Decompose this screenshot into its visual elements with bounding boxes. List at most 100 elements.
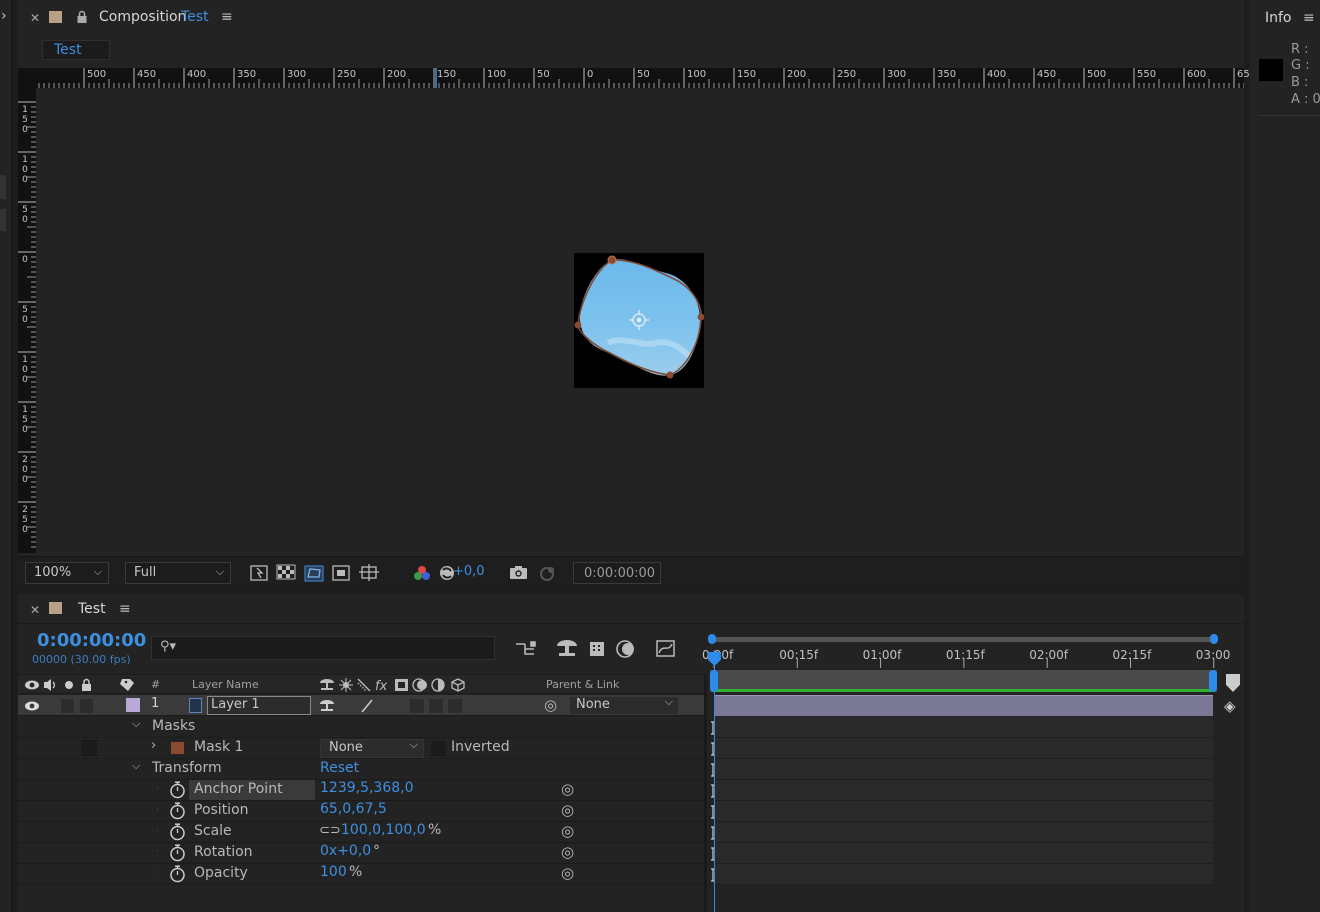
label-tag-icon[interactable]	[120, 679, 134, 691]
mask-vertex[interactable]	[607, 255, 617, 265]
switch-toggle[interactable]	[410, 699, 424, 713]
close-icon[interactable]: ✕	[30, 11, 40, 25]
panel-menu-icon[interactable]: ≡	[119, 601, 131, 617]
property-name-cell[interactable]: Anchor Point	[189, 780, 315, 800]
mask-vertex[interactable]	[574, 321, 582, 329]
mask-solo-toggle[interactable]	[81, 740, 97, 756]
work-area-range[interactable]	[712, 689, 1215, 692]
graph-editor-icon[interactable]	[656, 640, 675, 657]
fast-preview-icon[interactable]	[250, 565, 268, 581]
frame-blend-icon[interactable]	[395, 679, 408, 691]
composition-flowchart-icon[interactable]	[516, 641, 536, 655]
pickwhip-icon[interactable]: ◎	[544, 696, 557, 714]
parent-dropdown[interactable]: None ⌵	[569, 695, 679, 715]
composition-viewer[interactable]	[36, 88, 1244, 556]
stopwatch-icon[interactable]	[169, 844, 186, 862]
timeline-tab-name[interactable]: Test	[78, 601, 106, 617]
panel-divider[interactable]	[704, 674, 707, 912]
channel-rgb-icon[interactable]	[414, 566, 430, 580]
comp-tab-title[interactable]: Composition	[99, 9, 186, 25]
pickwhip-icon[interactable]: ◎	[561, 843, 574, 861]
camera-icon[interactable]	[510, 566, 527, 579]
switch-toggle[interactable]	[429, 699, 443, 713]
playhead[interactable]	[714, 650, 715, 912]
comp-frame[interactable]	[574, 253, 704, 388]
mask-color-swatch[interactable]	[171, 742, 184, 754]
solo-icon[interactable]	[65, 681, 73, 689]
resolution-dropdown[interactable]: Full ⌵	[125, 562, 231, 584]
property-value[interactable]: 0x+0,0	[320, 843, 371, 859]
left-panel-button[interactable]	[0, 175, 6, 199]
stopwatch-icon[interactable]	[169, 802, 186, 820]
work-area-bar[interactable]	[710, 670, 1217, 692]
panel-menu-icon[interactable]: ≡	[221, 9, 233, 25]
layer-duration-bar[interactable]	[715, 695, 1213, 716]
expand-chevron-icon[interactable]: ⌵	[132, 759, 140, 773]
stopwatch-icon[interactable]	[169, 865, 186, 883]
time-navigator[interactable]	[708, 634, 1218, 644]
transform-property-row[interactable]: · Scale ⊂⊃ 100,0,100,0% ◎	[18, 822, 704, 843]
collapse-transform-icon[interactable]	[339, 678, 353, 692]
stopwatch-icon[interactable]	[169, 823, 186, 841]
transform-group-row[interactable]: ⌵ Transform Reset	[18, 759, 704, 780]
transform-property-row[interactable]: · Opacity 100% ◎	[18, 864, 704, 885]
work-area-end-handle[interactable]	[1209, 670, 1217, 692]
motion-blur-icon[interactable]	[616, 640, 634, 658]
col-parent-header[interactable]: Parent & Link	[546, 678, 619, 691]
pickwhip-icon[interactable]: ◎	[561, 864, 574, 882]
transform-property-row[interactable]: · Anchor Point 1239,5,368,0 ◎	[18, 780, 704, 801]
solo-toggle[interactable]	[61, 699, 74, 713]
show-snapshot-icon[interactable]	[540, 567, 554, 581]
property-name-cell[interactable]: Position	[189, 801, 315, 821]
video-eye-icon[interactable]	[25, 680, 39, 690]
transparency-grid-icon[interactable]	[276, 564, 296, 580]
property-name-cell[interactable]: Rotation	[189, 843, 315, 863]
layer-name-field[interactable]: Layer 1	[207, 696, 311, 715]
switch-toggle[interactable]	[448, 699, 462, 713]
pickwhip-icon[interactable]: ◎	[561, 822, 574, 840]
adjustment-layer-icon[interactable]	[431, 678, 445, 692]
comp-marker-well[interactable]	[1226, 674, 1240, 692]
constrain-proportions-icon[interactable]: ⊂⊃	[319, 823, 341, 838]
time-ruler[interactable]: 0:00f00:15f01:00f01:15f02:00f02:15f03:00	[702, 646, 1230, 668]
col-layer-name-header[interactable]: Layer Name	[192, 678, 259, 691]
comp-tab-name[interactable]: Test	[181, 9, 209, 25]
comp-subtab[interactable]: Test	[42, 40, 110, 60]
mask-row[interactable]: › Mask 1 None ⌵ Inverted	[18, 738, 704, 759]
mask-mode-dropdown[interactable]: None ⌵	[320, 738, 424, 758]
close-icon[interactable]: ✕	[30, 603, 40, 617]
shy-layers-icon[interactable]	[557, 640, 577, 656]
property-value[interactable]: 1239,5,368,0	[320, 780, 414, 796]
shy-icon[interactable]	[320, 679, 334, 690]
fx-icon[interactable]: fx	[375, 679, 388, 693]
mask-visibility-icon[interactable]	[304, 565, 324, 582]
layer-row[interactable]: 1 Layer 1 ◎ None ⌵	[18, 695, 704, 716]
left-panel-button[interactable]	[0, 209, 6, 231]
shy-icon[interactable]	[320, 700, 334, 711]
property-value[interactable]: 100,0,100,0	[341, 822, 426, 838]
region-of-interest-icon[interactable]	[332, 565, 350, 581]
lock-toggle[interactable]	[80, 699, 93, 713]
transform-property-row[interactable]: · Rotation 0x+0,0 ° ◎	[18, 843, 704, 864]
masks-group-row[interactable]: ⌵ Masks	[18, 717, 704, 738]
navigator-start-handle[interactable]	[708, 634, 716, 644]
collapse-arrow-icon[interactable]: ›	[1, 8, 7, 24]
navigator-end-handle[interactable]	[1210, 634, 1218, 644]
motion-blur-switch-icon[interactable]	[412, 678, 427, 692]
audio-speaker-icon[interactable]	[44, 679, 55, 691]
property-name-cell[interactable]: Opacity	[189, 864, 315, 884]
expand-chevron-icon[interactable]: ⌵	[132, 717, 140, 731]
exposure-reset-icon[interactable]	[440, 566, 454, 580]
property-value[interactable]: 100	[320, 864, 347, 880]
stopwatch-icon[interactable]	[169, 781, 186, 799]
layer-search-input[interactable]: ⚲▾	[151, 636, 495, 660]
lock-icon[interactable]	[76, 10, 88, 24]
frame-blending-icon[interactable]	[590, 642, 604, 656]
timecode-display[interactable]: 0:00:00:00	[573, 562, 661, 584]
pickwhip-icon[interactable]: ◎	[561, 780, 574, 798]
exposure-value[interactable]: +0,0	[453, 564, 485, 579]
inverted-checkbox[interactable]	[431, 741, 446, 756]
layer-label-color[interactable]	[126, 698, 140, 712]
info-title[interactable]: Info	[1265, 10, 1292, 26]
pickwhip-icon[interactable]: ◎	[561, 801, 574, 819]
